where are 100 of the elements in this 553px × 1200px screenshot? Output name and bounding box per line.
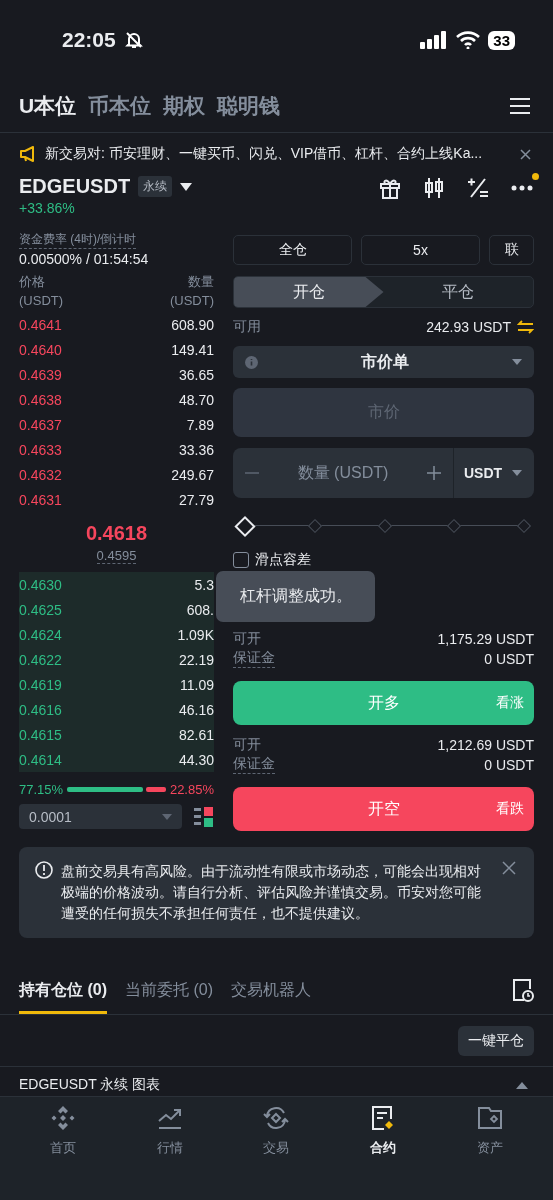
open-short-button[interactable]: 开空 看跌 [233,787,534,831]
max-open-value: 1,175.29 USDT [437,631,534,647]
max-open-label: 可开 [233,736,261,754]
calculator-icon[interactable] [467,177,489,199]
leverage-button[interactable]: 5x [361,235,480,265]
bid-quantity: 22.19 [178,651,214,668]
order-type-select[interactable]: 市价单 [233,346,534,378]
nav-item[interactable]: 交易 [241,1105,312,1200]
last-price: 0.4618 [85,522,148,545]
toast-message: 杠杆调整成功。 [216,571,375,622]
precision-select[interactable]: 0.0001 [19,804,182,829]
price-unit: (USDT) [19,293,64,308]
more-icon[interactable] [511,185,533,191]
announcement-text[interactable]: 新交易对: 币安理财、一键买币、闪兑、VIP借币、杠杆、合约上线Ka... [45,145,512,163]
risk-notice-text: 盘前交易具有高风险。由于流动性有限或市场动态，可能会出现相对极端的价格波动。请自行分析、评估风险并谨慎交易。币安对您可能遭受的任何损失不承担任何责任，也不提供建议。 [61,862,482,923]
ask-quantity: 7.89 [186,416,214,433]
bid-quantity: 44.30 [178,751,214,768]
unit-select[interactable]: USDT [454,465,534,481]
history-icon[interactable] [512,978,534,1002]
bid-price[interactable]: 0.4625 [19,601,62,618]
ask-price[interactable]: 0.4639 [19,366,62,383]
chart-section-title[interactable]: EDGEUSDT 永续 图表 [19,1076,161,1094]
ask-price[interactable]: 0.4631 [19,491,62,508]
bid-quantity: 82.61 [178,726,214,743]
ask-quantity: 249.67 [171,466,214,483]
ask-price[interactable]: 0.4640 [19,341,62,358]
caret-icon [162,813,172,820]
close-all-button[interactable]: 一键平仓 [458,1026,534,1056]
margin-label[interactable]: 保证金 [233,755,275,774]
ask-quantity: 149.41 [171,341,214,358]
bid-quantity: 5.3 [194,576,214,593]
bid-quantity: 1.09K [177,626,214,643]
orders-tab[interactable]: 当前委托 (0) [125,966,213,1014]
bid-quantity: 11.09 [180,676,214,693]
quantity-header: 数量 [188,273,214,291]
clock-time: 22:05 [62,28,116,52]
wallet-icon [476,1105,503,1131]
ask-price[interactable]: 0.4637 [19,416,62,433]
orders-tab[interactable]: 交易机器人 [231,966,311,1014]
market-tab[interactable]: 期权 [163,92,206,120]
bid-price[interactable]: 0.4615 [19,726,62,743]
ask-price[interactable]: 0.4641 [19,316,62,333]
margin-value: 0 USDT [484,757,534,773]
funding-value: 0.00500% / 01:54:54 [19,251,150,267]
margin-label[interactable]: 保证金 [233,649,275,668]
bid-price[interactable]: 0.4630 [19,576,62,593]
bell-off-icon [123,30,144,50]
available-balance: 242.93 USDT [426,319,511,335]
close-icon[interactable] [520,148,531,160]
ask-price[interactable]: 0.4633 [19,441,62,458]
market-tab[interactable]: 币本位 [88,92,152,120]
position-tab[interactable]: 开仓 [234,277,384,307]
market-tab[interactable]: 聪明钱 [217,92,281,120]
gift-icon[interactable] [379,177,401,199]
ask-quantity: 48.70 [178,391,214,408]
slippage-label[interactable]: 滑点容差 [255,551,311,569]
menu-icon[interactable] [510,98,530,114]
bid-price[interactable]: 0.4622 [19,651,62,668]
price-header: 价格 [19,273,46,291]
caret-icon[interactable] [180,182,193,191]
collapse-icon[interactable] [516,1081,528,1089]
signal-icon [420,31,449,49]
funding-label[interactable]: 资金费率 (4时)/倒计时 [19,231,137,249]
layout-icon[interactable] [194,806,214,827]
plus-icon[interactable] [427,466,441,480]
transfer-icon[interactable] [517,320,534,334]
slippage-checkbox[interactable] [233,552,249,568]
ask-quantity: 33.36 [178,441,214,458]
ask-price[interactable]: 0.4638 [19,391,62,408]
nav-item[interactable]: 行情 [134,1105,205,1200]
bid-price[interactable]: 0.4616 [19,701,62,718]
nav-item[interactable]: 首页 [28,1105,99,1200]
bid-price[interactable]: 0.4614 [19,751,62,768]
asset-mode-button[interactable]: 联 [489,235,534,265]
bid-price[interactable]: 0.4619 [19,676,62,693]
market-tab[interactable]: U本位 [19,92,77,120]
nav-item[interactable]: 资产 [454,1105,525,1200]
candlestick-icon[interactable] [423,177,445,199]
price-change: +33.86% [19,200,76,216]
exchange-icon [262,1105,291,1131]
ask-price[interactable]: 0.4632 [19,466,62,483]
bid-quantity: 46.16 [178,701,214,718]
orders-tab[interactable]: 持有仓位 (0) [19,966,107,1014]
quantity-field[interactable]: 数量 (USDT) [233,448,454,498]
sell-ratio: 22.85% [169,782,214,797]
margin-mode-button[interactable]: 全仓 [233,235,352,265]
ask-quantity: 27.79 [178,491,214,508]
caret-icon [512,470,522,476]
close-icon[interactable] [502,861,516,875]
symbol-name[interactable]: EDGEUSDT [19,175,131,198]
max-open-value: 1,212.69 USDT [437,737,534,753]
wifi-icon [456,31,481,49]
nav-item[interactable]: 合约 [348,1105,419,1200]
diamond-logo-icon [50,1105,77,1131]
megaphone-icon [19,146,37,162]
quantity-unit: (USDT) [169,293,214,308]
max-open-label: 可开 [233,630,261,648]
position-tab[interactable]: 平仓 [383,277,533,307]
bid-price[interactable]: 0.4624 [19,626,62,643]
caret-icon [512,359,522,365]
